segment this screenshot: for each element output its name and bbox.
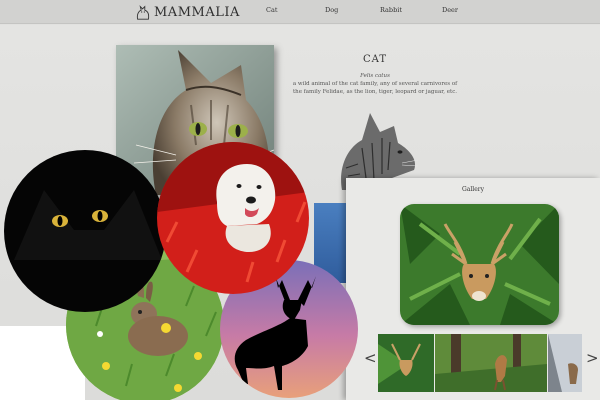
black-cat-circle[interactable] [4,150,166,312]
species-title: CAT [363,54,387,65]
gallery-next-button[interactable]: > [586,349,599,367]
gallery-thumbnail-strip [378,334,582,392]
brand-name: MAMMALIA [154,4,240,20]
scientific-name: Felis catus [360,73,390,79]
nav-item-rabbit[interactable]: Rabbit [380,6,402,14]
top-navigation-bar: MAMMALIA Cat Dog Rabbit Deer [0,0,600,24]
nav-item-cat[interactable]: Cat [266,6,277,14]
gallery-thumbnail[interactable] [548,334,582,392]
gallery-title: Gallery [461,186,485,193]
nav-item-deer[interactable]: Deer [442,6,458,14]
nav-item-dog[interactable]: Dog [325,6,338,14]
cat-logo-icon [136,5,150,20]
gallery-thumbnail[interactable] [435,334,547,392]
species-description: a wild animal of the cat family, any of … [292,81,458,95]
brand-logo[interactable]: MAMMALIA [134,2,240,22]
gallery-main-deer-photo[interactable] [400,204,559,325]
gallery-prev-button[interactable]: < [364,349,377,367]
dog-photo-circle[interactable] [157,142,309,294]
gallery-panel: Gallery < > [346,178,600,400]
gallery-thumbnail[interactable] [378,334,434,392]
